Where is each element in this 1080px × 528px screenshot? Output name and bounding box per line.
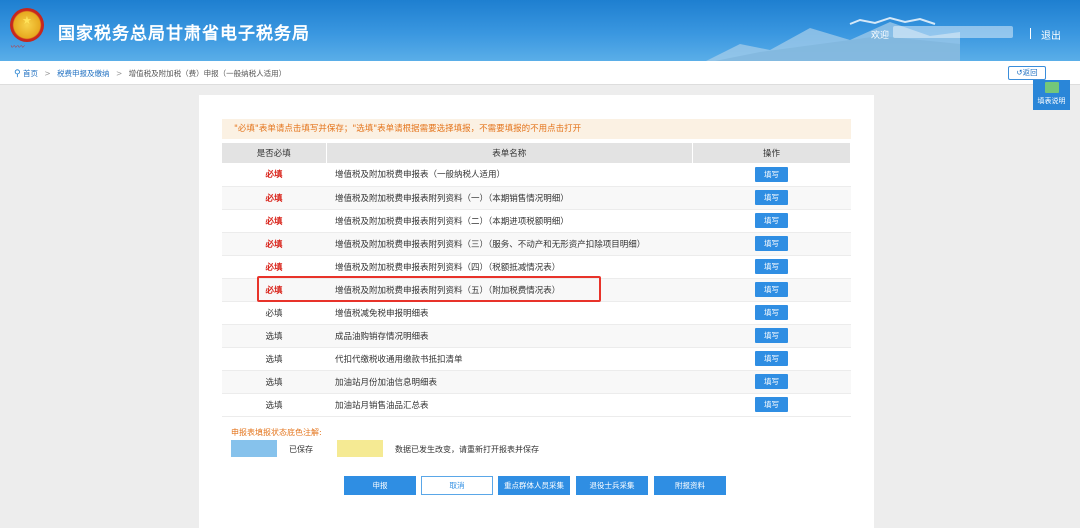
- table-header-row: 是否必填 表单名称 操作: [222, 143, 851, 163]
- action-cell: 填写: [692, 301, 851, 325]
- header-divider: [1030, 28, 1031, 39]
- breadcrumb-bar: ⚲ 首页 > 税费申报及缴纳 > 增值税及附加税（费）申报（一般纳税人适用） ↺…: [0, 61, 1080, 85]
- form-instructions-label: 填表说明: [1037, 97, 1066, 105]
- table-row: 必填 增值税及附加税费申报表（一般纳税人适用） 填写: [222, 163, 851, 187]
- action-cell: 填写: [692, 324, 851, 348]
- fill-button[interactable]: 填写: [755, 351, 788, 366]
- action-cell: 填写: [692, 370, 851, 394]
- action-cell: 填写: [692, 255, 851, 279]
- fill-button[interactable]: 填写: [755, 213, 788, 228]
- column-header-required: 是否必填: [222, 143, 327, 163]
- breadcrumb-arrow-icon: >: [115, 69, 123, 78]
- fill-button[interactable]: 填写: [755, 190, 788, 205]
- required-flag: 选填: [222, 347, 326, 371]
- form-instructions-button[interactable]: 填表说明: [1033, 80, 1070, 110]
- emblem-caption-icon: 〰〰: [10, 43, 24, 51]
- welcome-text: 欢迎: [871, 31, 890, 41]
- breadcrumb-home[interactable]: 首页: [23, 69, 38, 78]
- legend-saved-label: 已保存: [289, 445, 313, 454]
- form-name: 增值税减免税申报明细表: [326, 301, 693, 325]
- location-pin-icon: ⚲: [14, 69, 21, 79]
- top-header: ★ 〰〰 国家税务总局甘肃省电子税务局 欢迎 退出: [0, 0, 1080, 61]
- veteran-collect-button[interactable]: 退役士兵采集: [576, 476, 648, 495]
- logout-link[interactable]: 退出: [1041, 27, 1061, 42]
- required-flag: 必填: [222, 186, 326, 210]
- required-flag: 必填: [222, 232, 326, 256]
- action-cell: 填写: [692, 393, 851, 417]
- action-cell: 填写: [692, 209, 851, 233]
- legend-title: 申报表填报状态底色注解:: [231, 428, 322, 437]
- site-title: 国家税务总局甘肃省电子税务局: [58, 24, 310, 44]
- form-name: 增值税及附加税费申报表（一般纳税人适用）: [326, 163, 693, 187]
- table-row: 必填 增值税及附加税费申报表附列资料（三）（服务、不动产和无形资产扣除项目明细）…: [222, 232, 851, 256]
- required-flag: 必填: [222, 209, 326, 233]
- column-header-form-name: 表单名称: [326, 143, 693, 163]
- table-row: 选填 代扣代缴税收通用缴款书抵扣清单 填写: [222, 347, 851, 371]
- breadcrumb: ⚲ 首页 > 税费申报及缴纳 > 增值税及附加税（费）申报（一般纳税人适用）: [14, 68, 286, 79]
- national-emblem-icon: ★: [10, 8, 44, 42]
- fill-button[interactable]: 填写: [755, 259, 788, 274]
- required-flag: 必填: [222, 301, 326, 325]
- table-row: 必填 增值税及附加税费申报表附列资料（二）（本期进项税额明细） 填写: [222, 209, 851, 233]
- fill-button[interactable]: 填写: [755, 166, 788, 182]
- form-name: 增值税及附加税费申报表附列资料（一）（本期销售情况明细）: [326, 186, 693, 210]
- legend-changed-swatch: [337, 440, 383, 457]
- fill-button[interactable]: 填写: [755, 305, 788, 320]
- action-cell: 填写: [692, 186, 851, 210]
- required-flag: 必填: [222, 163, 326, 187]
- form-name: 代扣代缴税收通用缴款书抵扣清单: [326, 347, 693, 371]
- document-icon: [1044, 82, 1059, 93]
- action-cell: 填写: [692, 278, 851, 302]
- fill-button[interactable]: 填写: [755, 236, 788, 251]
- form-name: 加油站月份加油信息明细表: [326, 370, 693, 394]
- back-button[interactable]: ↺返回: [1008, 66, 1046, 80]
- action-cell: 填写: [692, 347, 851, 371]
- fill-button[interactable]: 填写: [755, 374, 788, 389]
- table-row: 选填 成品油购销存情况明细表 填写: [222, 324, 851, 348]
- column-header-action: 操作: [692, 143, 851, 163]
- form-name: 增值税及附加税费申报表附列资料（三）（服务、不动产和无形资产扣除项目明细）: [326, 232, 693, 256]
- back-button-label: 返回: [1022, 68, 1038, 77]
- annotation-highlight-box: [257, 276, 601, 302]
- attachment-button[interactable]: 附报资料: [654, 476, 726, 495]
- breadcrumb-current: 增值税及附加税（费）申报（一般纳税人适用）: [128, 69, 287, 78]
- form-name: 成品油购销存情况明细表: [326, 324, 693, 348]
- fill-button[interactable]: 填写: [755, 397, 788, 412]
- form-name: 增值税及附加税费申报表附列资料（四）（税额抵减情况表）: [326, 255, 693, 279]
- table-row: 选填 加油站月份加油信息明细表 填写: [222, 370, 851, 394]
- table-row: 必填 增值税及附加税费申报表附列资料（四）（税额抵减情况表） 填写: [222, 255, 851, 279]
- table-row: 选填 加油站月销售油品汇总表 填写: [222, 393, 851, 417]
- required-flag: 选填: [222, 370, 326, 394]
- form-name: 增值税及附加税费申报表附列资料（二）（本期进项税额明细）: [326, 209, 693, 233]
- table-row: 必填 增值税及附加税费申报表附列资料（一）（本期销售情况明细） 填写: [222, 186, 851, 210]
- notice-banner: "必填"表单请点击填写并保存；"选填"表单请根据需要选择填报，不需要填报的不用点…: [222, 119, 851, 139]
- table-row: 必填 增值税减免税申报明细表 填写: [222, 301, 851, 325]
- form-name: 加油站月销售油品汇总表: [326, 393, 693, 417]
- action-cell: 填写: [692, 163, 851, 187]
- submit-button[interactable]: 申报: [344, 476, 416, 495]
- legend-saved-swatch: [231, 440, 277, 457]
- action-cell: 填写: [692, 232, 851, 256]
- legend-changed-label: 数据已发生改变，请重新打开报表并保存: [395, 445, 539, 454]
- username-redacted: [893, 26, 1013, 38]
- breadcrumb-tax-declaration[interactable]: 税费申报及缴纳: [57, 69, 110, 78]
- required-flag: 选填: [222, 324, 326, 348]
- breadcrumb-arrow-icon: >: [44, 69, 51, 78]
- fill-button[interactable]: 填写: [755, 282, 788, 297]
- key-group-collect-button[interactable]: 重点群体人员采集: [498, 476, 570, 495]
- fill-button[interactable]: 填写: [755, 328, 788, 343]
- cancel-button[interactable]: 取消: [421, 476, 493, 495]
- required-flag: 必填: [222, 255, 326, 279]
- required-flag: 选填: [222, 393, 326, 417]
